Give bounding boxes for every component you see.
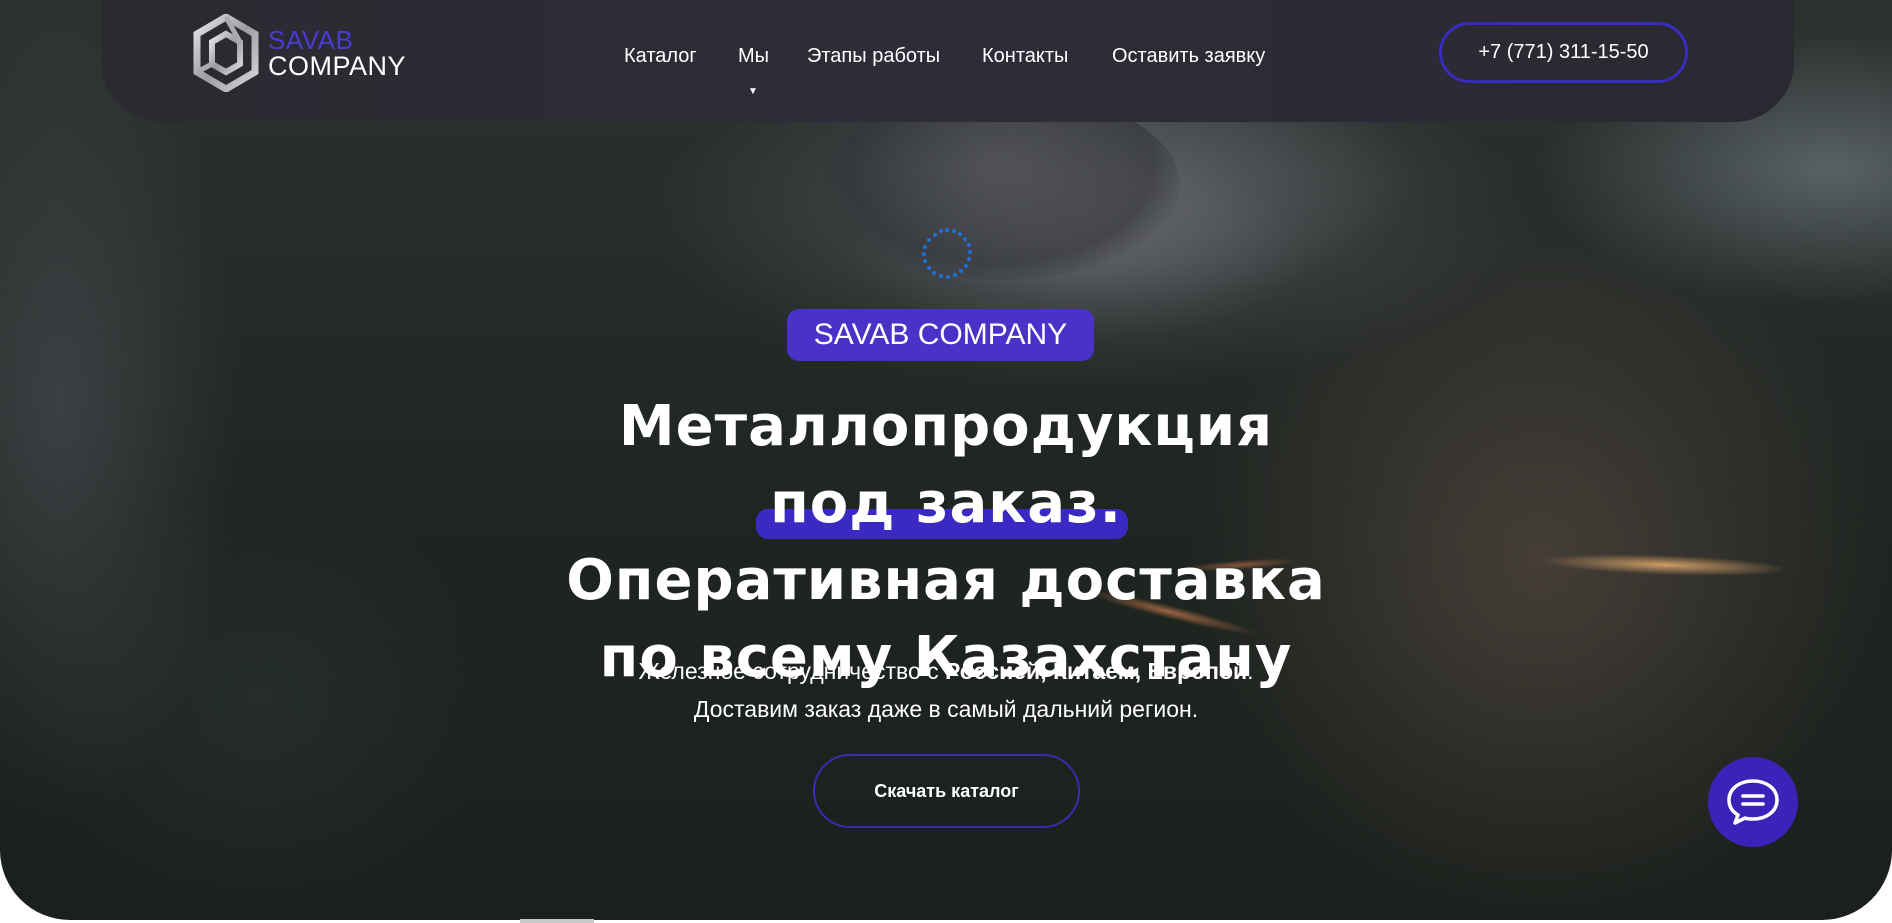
nav-item-about[interactable]: Мы (738, 45, 769, 68)
loading-spinner-icon (922, 228, 972, 279)
nav-item-contacts[interactable]: Контакты (982, 45, 1068, 68)
hero-section: SAVAB COMPANY Металлопродукция под заказ… (0, 0, 1892, 920)
headline-text: Металлопродукция (618, 394, 1274, 459)
nav-item-catalog[interactable]: Каталог (624, 45, 697, 68)
headline-line-1: Металлопродукция под заказ. (440, 388, 1452, 542)
headline-highlight: под заказ. (770, 471, 1122, 536)
headline-line-2: Оперативная доставка (566, 548, 1326, 613)
chat-bubble-icon (1727, 779, 1779, 825)
page-divider (520, 919, 594, 923)
nav-item-work-stages[interactable]: Этапы работы (807, 45, 940, 68)
subtitle-line-2: Доставим заказ даже в самый дальний реги… (693, 696, 1199, 722)
chat-button[interactable] (1708, 757, 1798, 847)
nav-item-leave-request[interactable]: Оставить заявку (1112, 45, 1265, 68)
hexagon-logo-icon (193, 14, 259, 92)
logo-text-company: COMPANY (268, 51, 407, 81)
chevron-down-icon[interactable]: ▼ (748, 86, 758, 97)
site-logo[interactable]: SAVAB COMPANY (192, 14, 406, 92)
phone-button[interactable]: +7 (771) 311-15-50 (1439, 22, 1688, 83)
hero-badge: SAVAB COMPANY (787, 309, 1094, 361)
download-catalog-button[interactable]: Скачать каталог (813, 754, 1080, 828)
hero-headline: Металлопродукция под заказ. Оперативная … (440, 388, 1452, 696)
hero-background-spark (1539, 550, 1791, 580)
headline-line-3: по всему Казахстану (599, 625, 1293, 690)
logo-text-savab: SAVAB (268, 25, 354, 55)
